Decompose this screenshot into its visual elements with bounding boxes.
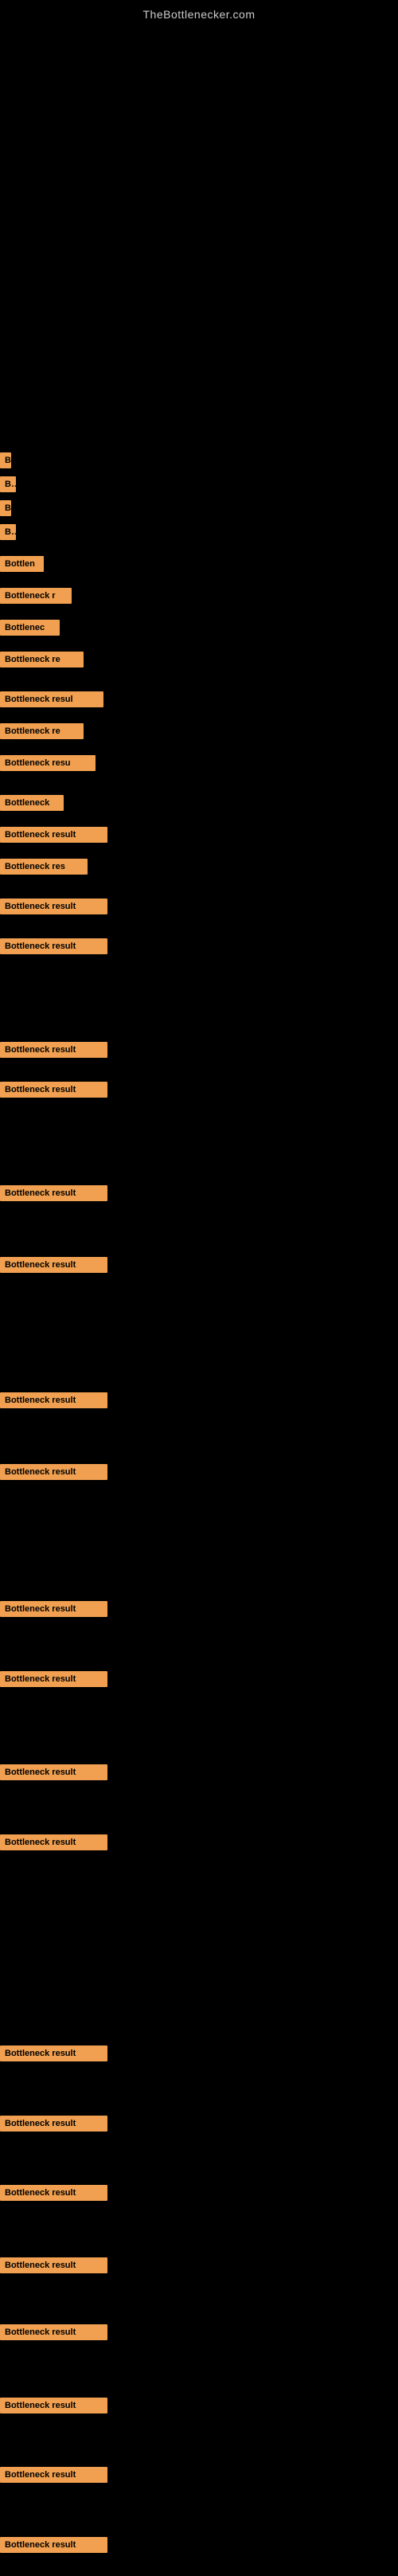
bar-label: Bottleneck result [0, 1392, 107, 1408]
bar-label: Bottleneck result [0, 2467, 107, 2483]
bar-row: Bottleneck result [0, 2042, 107, 2065]
bar-row: Bottleneck result [0, 2321, 107, 2343]
bar-row: Bottleneck result [0, 935, 107, 957]
bar-label: B [0, 500, 11, 516]
bar-label: Bottleneck result [0, 2324, 107, 2340]
bar-row: Bottleneck r [0, 585, 72, 607]
bar-row: Bottleneck result [0, 2254, 107, 2277]
bar-label: Bottleneck result [0, 1185, 107, 1201]
bar-row: Bottleneck res [0, 855, 88, 878]
bar-label: Bottleneck result [0, 1082, 107, 1098]
bar-label: Bottleneck result [0, 938, 107, 954]
bar-label: Bottleneck result [0, 2537, 107, 2553]
bar-label: Bottleneck res [0, 859, 88, 875]
bar-row: Bo [0, 521, 16, 543]
bar-row: Bottleneck result [0, 1598, 107, 1620]
bar-label: Bottleneck result [0, 1671, 107, 1687]
bar-label: Bottleneck resu [0, 755, 96, 771]
bar-row: Bottleneck resu [0, 752, 96, 774]
bar-label: Bottleneck result [0, 827, 107, 843]
site-title-bar: TheBottlenecker.com [0, 0, 398, 27]
bar-label: B [0, 452, 11, 468]
bar-label: Bottleneck result [0, 2185, 107, 2201]
bar-row: Bottleneck result [0, 2464, 107, 2486]
bar-row: Bottleneck result [0, 2534, 107, 2556]
bar-row: Bottleneck result [0, 2394, 107, 2417]
bar-row: Bottleneck result [0, 1182, 107, 1204]
bar-row: Bottleneck resul [0, 688, 103, 711]
bar-row: Bottleneck result [0, 2182, 107, 2204]
bar-row: Bottlen [0, 553, 44, 575]
bar-row: Bottleneck result [0, 1079, 107, 1101]
bar-label: Bottleneck result [0, 1601, 107, 1617]
bar-label: Bottleneck result [0, 2257, 107, 2273]
bar-row: Bottleneck result [0, 1039, 107, 1061]
bar-row: Bottleneck [0, 792, 64, 814]
bar-label: Bo [0, 476, 16, 492]
bar-label: Bottleneck result [0, 1257, 107, 1273]
bar-label: Bottleneck re [0, 723, 84, 739]
bar-row: B [0, 449, 11, 472]
bar-row: Bottleneck re [0, 720, 84, 742]
bar-label: Bottleneck result [0, 898, 107, 914]
bar-label: Bottlen [0, 556, 44, 572]
bar-row: Bottleneck result [0, 1831, 107, 1854]
bar-label: Bottleneck r [0, 588, 72, 604]
bar-row: Bottleneck re [0, 648, 84, 671]
bar-label: Bottleneck resul [0, 691, 103, 707]
bar-label: Bo [0, 524, 16, 540]
bar-row: Bottleneck result [0, 824, 107, 846]
bar-label: Bottleneck [0, 795, 64, 811]
bar-row: Bottleneck result [0, 1254, 107, 1276]
bar-row: Bottleneck result [0, 1668, 107, 1690]
bar-row: Bo [0, 473, 16, 495]
bar-label: Bottlenec [0, 620, 60, 636]
bar-row: Bottleneck result [0, 1461, 107, 1483]
bar-row: Bottleneck result [0, 1761, 107, 1783]
bar-label: Bottleneck result [0, 1834, 107, 1850]
bars-container: B Bo B Bo Bottlen Bottleneck r Bottlenec Bottle… [0, 27, 398, 2576]
bar-label: Bottleneck result [0, 1464, 107, 1480]
bar-row: Bottlenec [0, 617, 60, 639]
bar-row: Bottleneck result [0, 1389, 107, 1411]
bar-label: Bottleneck result [0, 1764, 107, 1780]
bar-row: B [0, 497, 11, 519]
bar-label: Bottleneck result [0, 2116, 107, 2132]
bar-label: Bottleneck result [0, 1042, 107, 1058]
bar-label: Bottleneck result [0, 2046, 107, 2061]
bar-row: Bottleneck result [0, 895, 107, 918]
bar-row: Bottleneck result [0, 2112, 107, 2135]
bar-label: Bottleneck result [0, 2398, 107, 2414]
bar-label: Bottleneck re [0, 652, 84, 667]
site-title: TheBottlenecker.com [0, 0, 398, 27]
